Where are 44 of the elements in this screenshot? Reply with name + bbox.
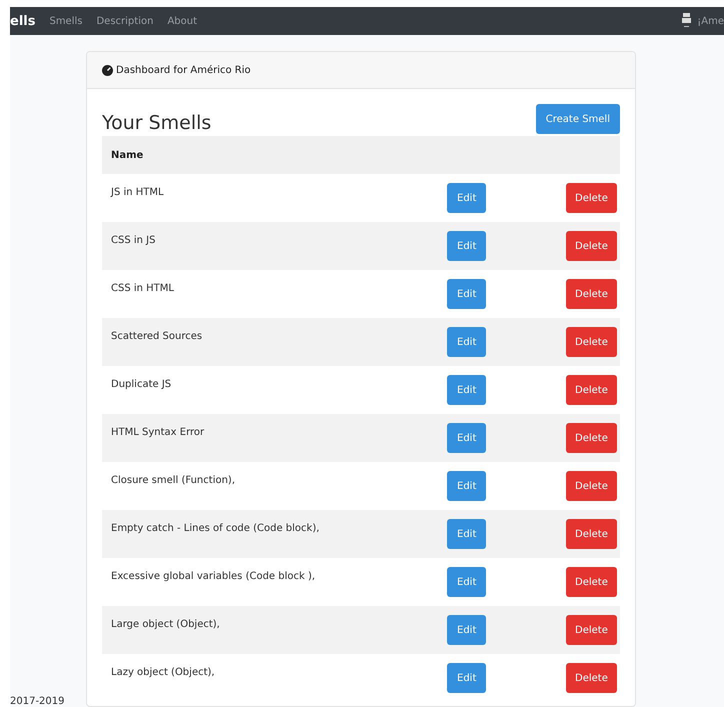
delete-button[interactable]: Delete [566, 327, 617, 357]
delete-button[interactable]: Delete [566, 615, 617, 645]
brand-link[interactable]: ells [10, 14, 36, 28]
edit-button[interactable]: Edit [447, 663, 486, 693]
edit-button[interactable]: Edit [447, 327, 486, 357]
edit-button[interactable]: Edit [447, 423, 486, 453]
smell-name: Scattered Sources [111, 331, 204, 342]
delete-button[interactable]: Delete [566, 231, 617, 261]
edit-button[interactable]: Edit [447, 615, 486, 645]
edit-button[interactable]: Edit [447, 183, 486, 213]
smell-name: Lazy object (Object), [111, 667, 216, 678]
user-name[interactable]: ¡Ame [697, 16, 724, 26]
delete-button[interactable]: Delete [566, 279, 617, 309]
smell-name: CSS in JS [111, 235, 156, 246]
edit-button[interactable]: Edit [447, 375, 486, 405]
edit-button[interactable]: Edit [447, 279, 486, 309]
footer-text: 2017-2019 [10, 697, 66, 707]
smell-name: HTML Syntax Error [111, 427, 206, 438]
delete-button[interactable]: Delete [566, 183, 617, 213]
edit-button[interactable]: Edit [447, 231, 486, 261]
smell-name: CSS in HTML [111, 283, 175, 294]
smell-name: Large object (Object), [111, 619, 221, 630]
smell-name: Duplicate JS [111, 379, 172, 390]
edit-button[interactable]: Edit [447, 519, 486, 549]
page-title: Your Smells [102, 112, 212, 134]
create-smell-button[interactable]: Create Smell [536, 104, 620, 134]
nav-link[interactable]: Description [96, 16, 154, 26]
delete-button[interactable]: Delete [566, 375, 617, 405]
nav-link[interactable]: About [167, 16, 198, 26]
dashboard-icon [102, 64, 113, 76]
column-header: Name [111, 150, 144, 160]
smell-name: Empty catch - Lines of code (Code block), [111, 523, 320, 534]
edit-button[interactable]: Edit [447, 567, 486, 597]
delete-button[interactable]: Delete [566, 519, 617, 549]
edit-button[interactable]: Edit [447, 471, 486, 501]
smell-name: Closure smell (Function), [111, 475, 236, 486]
smell-name: Excessive global variables (Code block ), [111, 571, 316, 582]
delete-button[interactable]: Delete [566, 567, 617, 597]
delete-button[interactable]: Delete [566, 471, 617, 501]
smell-name: JS in HTML [111, 187, 165, 198]
card-header-title: Dashboard for Américo Rio [116, 64, 251, 76]
nav-link[interactable]: Smells [49, 16, 82, 26]
delete-button[interactable]: Delete [566, 423, 617, 453]
delete-button[interactable]: Delete [566, 663, 617, 693]
